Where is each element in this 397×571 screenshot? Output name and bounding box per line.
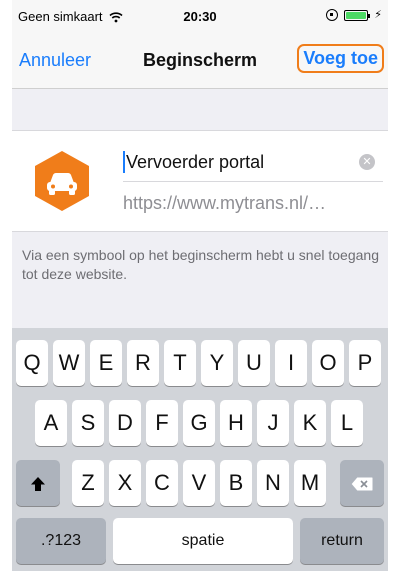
info-text: Via een symbool op het beginscherm hebt … (22, 247, 379, 282)
key-u[interactable]: U (238, 340, 270, 386)
key-d[interactable]: D (109, 400, 141, 446)
keyboard: Q W E R T Y U I O P A S D F G H J K L Z … (12, 328, 388, 571)
key-s[interactable]: S (72, 400, 104, 446)
key-p[interactable]: P (349, 340, 381, 386)
key-c[interactable]: C (146, 460, 178, 506)
battery-level (346, 11, 367, 19)
add-button[interactable]: Voeg toe (297, 44, 384, 73)
battery-icon (344, 9, 371, 21)
key-e[interactable]: E (90, 340, 122, 386)
return-key[interactable]: return (300, 518, 384, 564)
charging-icon: ⚡ (374, 8, 382, 21)
space-key[interactable]: spatie (113, 518, 293, 564)
backspace-icon (350, 476, 374, 492)
truck-icon (35, 151, 89, 211)
key-x[interactable]: X (109, 460, 141, 506)
rotation-lock-icon (326, 9, 339, 21)
key-y[interactable]: Y (201, 340, 233, 386)
screen: Geen simkaart 20:30 ⚡ Annuleer Beginsche… (12, 0, 388, 571)
shift-icon (31, 477, 45, 492)
key-h[interactable]: H (220, 400, 252, 446)
status-bar: Geen simkaart 20:30 ⚡ (12, 0, 388, 32)
key-z[interactable]: Z (72, 460, 104, 506)
text-cursor (123, 151, 125, 173)
key-i[interactable]: I (275, 340, 307, 386)
key-k[interactable]: K (294, 400, 326, 446)
key-t[interactable]: T (164, 340, 196, 386)
key-q[interactable]: Q (16, 340, 48, 386)
name-field[interactable]: Vervoerder portal ✕ (123, 143, 383, 182)
clear-icon[interactable]: ✕ (359, 154, 375, 170)
backspace-key[interactable] (340, 460, 384, 506)
key-m[interactable]: M (294, 460, 326, 506)
bookmark-card: Vervoerder portal ✕ https://www.mytrans.… (12, 130, 388, 232)
name-input[interactable]: Vervoerder portal (126, 152, 359, 173)
status-indicators: ⚡ (326, 9, 382, 21)
key-j[interactable]: J (257, 400, 289, 446)
key-r[interactable]: R (127, 340, 159, 386)
key-l[interactable]: L (331, 400, 363, 446)
navigation-bar: Annuleer Beginscherm Voeg toe (12, 32, 388, 88)
key-f[interactable]: F (146, 400, 178, 446)
shift-key[interactable] (16, 460, 60, 506)
key-v[interactable]: V (183, 460, 215, 506)
key-b[interactable]: B (220, 460, 252, 506)
key-w[interactable]: W (53, 340, 85, 386)
key-g[interactable]: G (183, 400, 215, 446)
key-n[interactable]: N (257, 460, 289, 506)
numbers-key[interactable]: .?123 (16, 518, 106, 564)
key-o[interactable]: O (312, 340, 344, 386)
key-a[interactable]: A (35, 400, 67, 446)
top-bar: Geen simkaart 20:30 ⚡ Annuleer Beginsche… (12, 0, 388, 89)
url-label: https://www.mytrans.nl/… (123, 193, 327, 213)
